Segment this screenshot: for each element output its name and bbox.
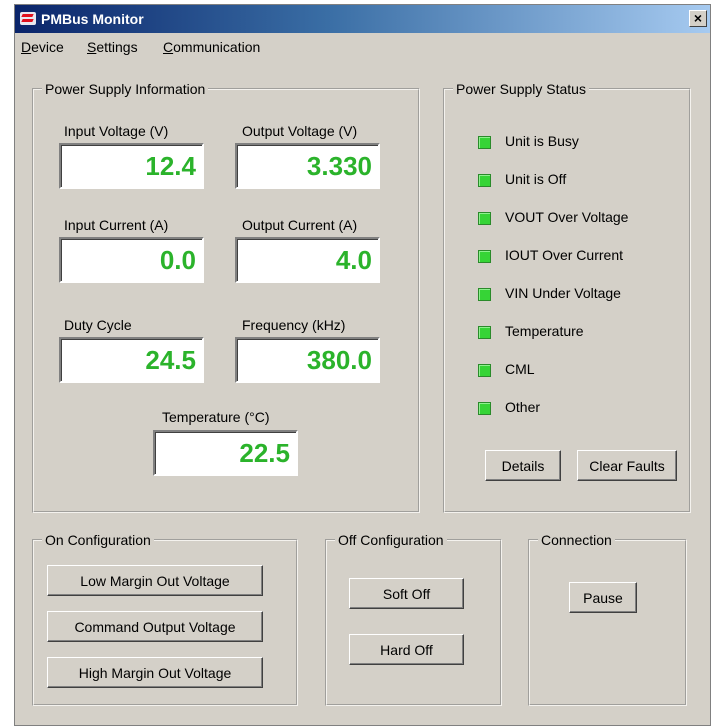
status-label: CML xyxy=(505,361,535,377)
off-configuration-group: Off Configuration Soft Off Hard Off xyxy=(325,532,502,706)
status-label: IOUT Over Current xyxy=(505,247,623,263)
status-led-icon xyxy=(478,326,491,339)
status-label: Other xyxy=(505,399,541,415)
app-logo-icon xyxy=(20,12,36,25)
power-supply-status-group: Power Supply Status Unit is Busy Unit is … xyxy=(443,81,691,513)
menu-communication[interactable]: Communication xyxy=(163,39,260,55)
status-label: Unit is Off xyxy=(505,171,567,187)
hard-off-button[interactable]: Hard Off xyxy=(349,634,464,665)
frequency-value: 380.0 xyxy=(235,337,380,383)
output-current-value: 4.0 xyxy=(235,237,380,283)
power-supply-status-legend: Power Supply Status xyxy=(456,81,586,97)
soft-off-button[interactable]: Soft Off xyxy=(349,578,464,609)
status-led-icon xyxy=(478,364,491,377)
duty-cycle-value: 24.5 xyxy=(59,337,204,383)
low-margin-out-voltage-button[interactable]: Low Margin Out Voltage xyxy=(47,565,263,596)
temperature-value: 22.5 xyxy=(153,430,298,476)
menu-device[interactable]: Device xyxy=(21,39,64,55)
status-label: Unit is Busy xyxy=(505,133,579,149)
on-configuration-legend: On Configuration xyxy=(45,532,151,548)
status-label: Temperature xyxy=(505,323,584,339)
menu-bar: Device Settings Communication xyxy=(15,35,710,57)
output-voltage-value: 3.330 xyxy=(235,143,380,189)
details-button[interactable]: Details xyxy=(485,450,561,481)
status-label: VIN Under Voltage xyxy=(505,285,621,301)
pause-button[interactable]: Pause xyxy=(569,582,637,613)
pmbus-monitor-window: PMBus Monitor × Device Settings Communic… xyxy=(14,4,711,726)
connection-legend: Connection xyxy=(541,532,612,548)
connection-group: Connection Pause xyxy=(528,532,687,706)
status-led-icon xyxy=(478,288,491,301)
input-voltage-value: 12.4 xyxy=(59,143,204,189)
input-current-value: 0.0 xyxy=(59,237,204,283)
temperature-label: Temperature (°C) xyxy=(162,409,270,425)
power-supply-information-legend: Power Supply Information xyxy=(45,81,206,97)
menu-settings[interactable]: Settings xyxy=(87,39,138,55)
status-led-icon xyxy=(478,136,491,149)
command-output-voltage-button[interactable]: Command Output Voltage xyxy=(47,611,263,642)
close-button[interactable]: × xyxy=(689,10,707,27)
power-supply-information-group: Power Supply Information Input Voltage (… xyxy=(32,81,420,513)
status-led-icon xyxy=(478,212,491,225)
status-label: VOUT Over Voltage xyxy=(505,209,629,225)
status-led-icon xyxy=(478,402,491,415)
on-configuration-group: On Configuration Low Margin Out Voltage … xyxy=(32,532,298,706)
frequency-label: Frequency (kHz) xyxy=(242,317,346,333)
input-voltage-label: Input Voltage (V) xyxy=(64,123,169,139)
output-voltage-label: Output Voltage (V) xyxy=(242,123,358,139)
duty-cycle-label: Duty Cycle xyxy=(64,317,132,333)
clear-faults-button[interactable]: Clear Faults xyxy=(577,450,677,481)
off-configuration-legend: Off Configuration xyxy=(338,532,444,548)
status-led-icon xyxy=(478,250,491,263)
high-margin-out-voltage-button[interactable]: High Margin Out Voltage xyxy=(47,657,263,688)
status-led-icon xyxy=(478,174,491,187)
title-bar[interactable]: PMBus Monitor × xyxy=(15,5,710,33)
window-title: PMBus Monitor xyxy=(41,11,144,27)
output-current-label: Output Current (A) xyxy=(242,217,358,233)
input-current-label: Input Current (A) xyxy=(64,217,169,233)
